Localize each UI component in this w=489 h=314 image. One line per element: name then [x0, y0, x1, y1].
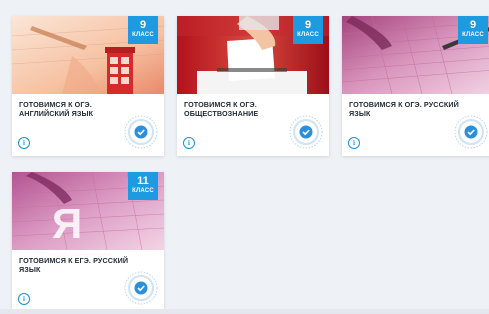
course-card-oge-social-studies[interactable]: 9 КЛАСС ГОТОВИМСЯ К ОГЭ. ОБЩЕСТВОЗНАНИЕ …	[177, 16, 329, 156]
grade-label: КЛАСС	[132, 32, 154, 38]
grade-number: 9	[139, 19, 147, 31]
info-icon[interactable]: i	[183, 137, 195, 149]
grade-label: КЛАСС	[462, 32, 484, 38]
course-card-ege-russian[interactable]: Я 11 КЛАСС ГОТОВИМСЯ К ЕГЭ. РУССКИЙ ЯЗЫК…	[12, 172, 164, 312]
course-grid: 9 КЛАСС ГОТОВИМСЯ К ОГЭ. АНГЛИЙСКИЙ ЯЗЫК…	[0, 0, 489, 314]
verified-seal-icon	[289, 115, 323, 149]
grade-badge: 9 КЛАСС	[128, 16, 158, 44]
grade-number: 11	[137, 175, 149, 187]
grade-badge: 9 КЛАСС	[293, 16, 323, 44]
info-icon[interactable]: i	[18, 137, 30, 149]
info-icon[interactable]: i	[18, 293, 30, 305]
course-card-oge-russian[interactable]: 9 КЛАСС ГОТОВИМСЯ К ОГЭ. РУССКИЙ ЯЗЫК i	[342, 16, 489, 156]
grade-number: 9	[304, 19, 312, 31]
course-title[interactable]: ГОТОВИМСЯ К ОГЭ. ОБЩЕСТВОЗНАНИЕ	[184, 100, 302, 118]
grade-label: КЛАСС	[132, 188, 154, 194]
course-title[interactable]: ГОТОВИМСЯ К ОГЭ. АНГЛИЙСКИЙ ЯЗЫК	[19, 100, 137, 118]
grade-number: 9	[469, 19, 477, 31]
info-icon[interactable]: i	[348, 137, 360, 149]
course-title[interactable]: ГОТОВИМСЯ К ЕГЭ. РУССКИЙ ЯЗЫК	[19, 256, 137, 274]
grade-label: КЛАСС	[297, 32, 319, 38]
verified-seal-icon	[124, 115, 158, 149]
course-card-oge-english[interactable]: 9 КЛАСС ГОТОВИМСЯ К ОГЭ. АНГЛИЙСКИЙ ЯЗЫК…	[12, 16, 164, 156]
svg-text:Я: Я	[52, 200, 82, 247]
verified-seal-icon	[454, 115, 488, 149]
course-title[interactable]: ГОТОВИМСЯ К ОГЭ. РУССКИЙ ЯЗЫК	[349, 100, 467, 118]
grade-badge: 11 КЛАСС	[128, 172, 158, 200]
page-bottom-strip	[0, 309, 489, 314]
grade-badge: 9 КЛАСС	[458, 16, 488, 44]
verified-seal-icon	[124, 271, 158, 305]
